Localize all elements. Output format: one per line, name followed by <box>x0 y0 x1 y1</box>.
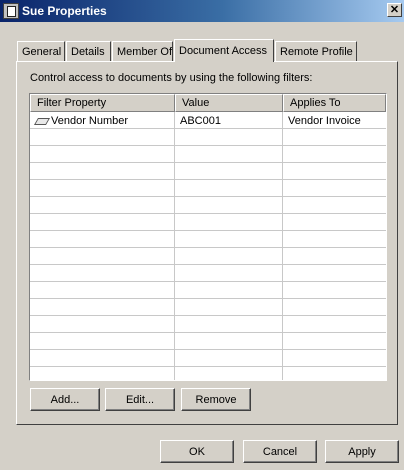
tab-details[interactable]: Details <box>66 41 111 61</box>
tab-general[interactable]: General <box>17 41 65 61</box>
cell-property-text: Vendor Number <box>51 114 129 127</box>
tab-document-access[interactable]: Document Access <box>174 39 274 62</box>
panel-description: Control access to documents by using the… <box>30 72 313 84</box>
app-icon <box>3 3 19 19</box>
window-title: Sue Properties <box>22 4 107 18</box>
tab-label: Details <box>71 45 105 58</box>
cell-value: ABC001 <box>180 114 221 127</box>
ok-button[interactable]: OK <box>160 440 234 463</box>
tab-label: Document Access <box>179 45 268 57</box>
tab-label: General <box>22 45 62 58</box>
empty-row <box>30 197 386 214</box>
list-body: Vendor Number ABC001 Vendor Invoice <box>30 112 386 380</box>
remove-button[interactable]: Remove <box>181 388 251 411</box>
empty-row <box>30 333 386 350</box>
cell-property: Vendor Number <box>30 112 175 129</box>
add-button[interactable]: Add... <box>30 388 100 411</box>
tab-label: Member Of <box>117 45 173 58</box>
column-header-value[interactable]: Value <box>175 94 283 112</box>
empty-row <box>30 299 386 316</box>
empty-row <box>30 146 386 163</box>
empty-row <box>30 163 386 180</box>
empty-row <box>30 180 386 197</box>
empty-row <box>30 265 386 282</box>
filter-property-icon <box>35 116 48 126</box>
cancel-button[interactable]: Cancel <box>243 440 317 463</box>
empty-row <box>30 231 386 248</box>
title-bar: Sue Properties ✕ <box>0 0 404 22</box>
table-row[interactable]: Vendor Number ABC001 Vendor Invoice <box>30 112 386 129</box>
empty-row <box>30 129 386 146</box>
empty-row <box>30 367 386 380</box>
empty-row <box>30 282 386 299</box>
column-header-applies-to[interactable]: Applies To <box>283 94 386 112</box>
close-button[interactable]: ✕ <box>387 3 402 17</box>
apply-button[interactable]: Apply <box>325 440 399 463</box>
filter-list[interactable]: Filter Property Value Applies To Vendor … <box>29 93 387 381</box>
edit-button[interactable]: Edit... <box>105 388 175 411</box>
cell-applies-to: Vendor Invoice <box>288 114 361 127</box>
empty-row <box>30 350 386 367</box>
empty-row <box>30 248 386 265</box>
column-header-filter-property[interactable]: Filter Property <box>30 94 175 112</box>
tab-remote-profile[interactable]: Remote Profile <box>275 41 357 61</box>
empty-row <box>30 214 386 231</box>
tab-member-of[interactable]: Member Of <box>112 41 173 61</box>
list-header: Filter Property Value Applies To <box>30 94 386 112</box>
tab-label: Remote Profile <box>280 45 353 58</box>
empty-row <box>30 316 386 333</box>
